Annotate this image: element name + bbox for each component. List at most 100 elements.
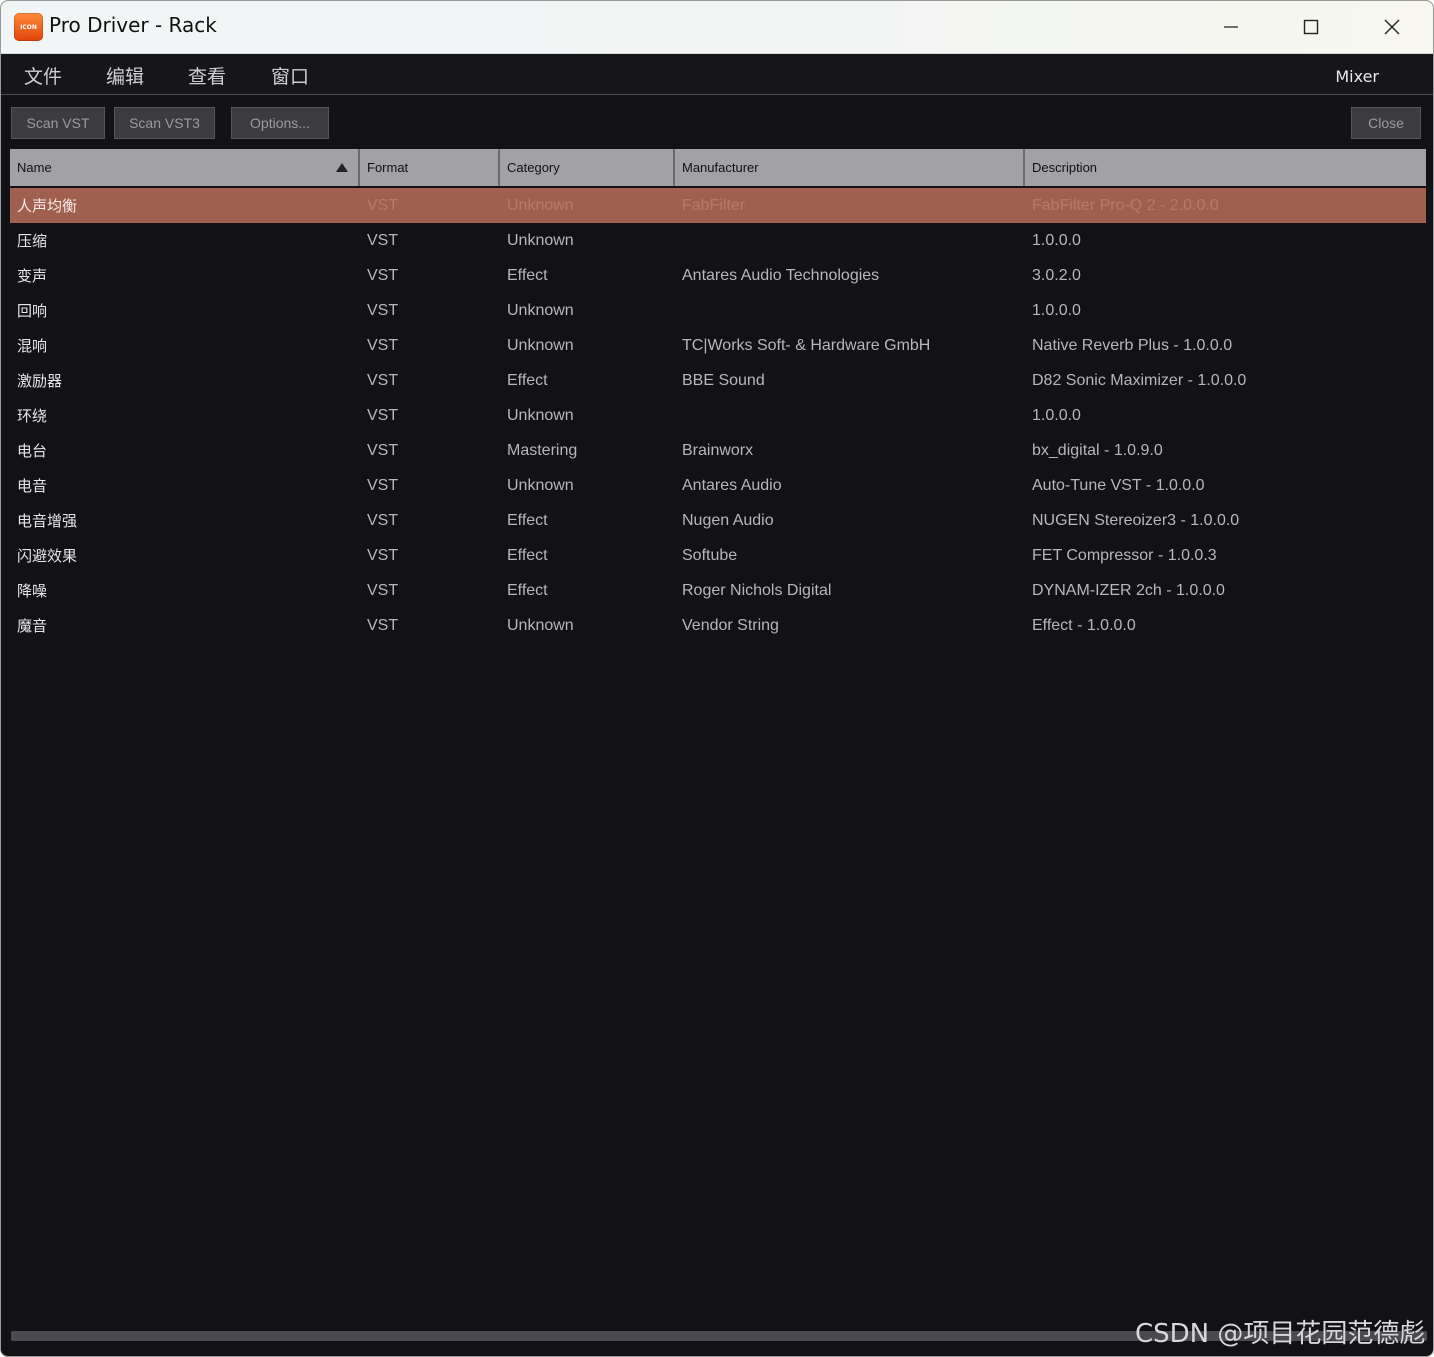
close-button[interactable]: Close [1351, 107, 1421, 139]
cell-name: 降噪 [17, 582, 48, 600]
cell-name: 混响 [17, 337, 48, 355]
cell-format: VST [367, 476, 399, 494]
cell-format: VST [367, 441, 399, 459]
cell-format: VST [367, 511, 399, 529]
cell-format: VST [367, 301, 399, 319]
cell-description: Native Reverb Plus - 1.0.0.0 [1032, 336, 1233, 354]
cell-format: VST [367, 616, 399, 634]
table-row[interactable]: 电音 VST Unknown Antares Audio Auto-Tune VST -… [10, 468, 1426, 503]
cell-manufacturer: Roger Nichols Digital [682, 581, 832, 599]
menu-view[interactable]: 查看 [188, 62, 226, 89]
table-row[interactable]: 变声 VST Effect Antares Audio Technologies 3.0… [10, 258, 1426, 293]
mixer-button[interactable]: Mixer [1335, 67, 1379, 86]
cell-manufacturer: FabFilter [682, 196, 746, 214]
cell-category: Mastering [507, 441, 578, 459]
cell-description: D82 Sonic Maximizer - 1.0.0.0 [1032, 371, 1247, 389]
app-icon: ICON [14, 13, 43, 41]
table-row[interactable]: 降噪 VST Effect Roger Nichols Digital DYNAM-IZ… [10, 573, 1426, 608]
cell-category: Unknown [507, 336, 574, 354]
cell-format: VST [367, 266, 399, 284]
cell-category: Unknown [507, 301, 574, 319]
table-row[interactable]: 混响 VST Unknown TC|Works Soft- & Hardware Gm… [10, 328, 1426, 363]
table-row[interactable]: 魔音 VST Unknown Vendor String Effect - 1.0.0.… [10, 608, 1426, 643]
menu-window[interactable]: 窗口 [271, 62, 309, 89]
cell-description: 1.0.0.0 [1032, 406, 1081, 424]
cell-manufacturer: Brainworx [682, 441, 754, 459]
cell-format: VST [367, 231, 399, 249]
cell-name: 电音 [17, 477, 48, 495]
cell-format: VST [367, 581, 399, 599]
close-icon [1384, 19, 1400, 35]
cell-description: 1.0.0.0 [1032, 301, 1081, 319]
menu-file[interactable]: 文件 [24, 62, 62, 89]
cell-name: 电台 [17, 442, 48, 460]
cell-description: Effect - 1.0.0.0 [1032, 616, 1136, 634]
cell-manufacturer: Softube [682, 546, 738, 564]
cell-category: Effect [507, 371, 548, 389]
column-header-label: Name [17, 160, 52, 175]
cell-manufacturer: TC|Works Soft- & Hardware GmbH [682, 336, 931, 354]
cell-name: 电音增强 [17, 512, 78, 530]
minimize-button[interactable] [1191, 1, 1271, 53]
column-header-label: Format [367, 160, 409, 175]
cell-name: 人声均衡 [17, 197, 78, 215]
cell-format: VST [367, 546, 399, 564]
maximize-icon [1303, 19, 1319, 35]
cell-name: 变声 [17, 267, 48, 285]
column-header-label: Manufacturer [682, 160, 759, 175]
cell-manufacturer: BBE Sound [682, 371, 765, 389]
column-header-name[interactable]: Name [10, 149, 360, 186]
watermark: CSDN @项目花园范德彪 [1135, 1319, 1426, 1349]
cell-category: Unknown [507, 476, 574, 494]
cell-name: 闪避效果 [17, 547, 78, 565]
column-header-label: Description [1032, 160, 1098, 175]
cell-format: VST [367, 196, 399, 214]
cell-category: Effect [507, 511, 548, 529]
rack-window: ICON Pro Driver - Rack 文件 编辑 查看 窗口 Mixer… [0, 0, 1434, 1357]
cell-description: 3.0.2.0 [1032, 266, 1081, 284]
table-row[interactable]: 电台 VST Mastering Brainworx bx_digital - 1.0.… [10, 433, 1426, 468]
options-button[interactable]: Options... [231, 107, 329, 139]
menu-edit[interactable]: 编辑 [106, 62, 144, 89]
cell-description: bx_digital - 1.0.9.0 [1032, 441, 1163, 459]
table-row[interactable]: 闪避效果 VST Effect Softube FET Compressor - 1.0… [10, 538, 1426, 573]
cell-name: 回响 [17, 302, 48, 320]
cell-category: Unknown [507, 616, 574, 634]
table-row[interactable]: 环绕 VST Unknown 1.0.0.0 [10, 398, 1426, 433]
minimize-icon [1224, 26, 1238, 28]
cell-description: DYNAM-IZER 2ch - 1.0.0.0 [1032, 581, 1225, 599]
column-header-label: Category [507, 160, 560, 175]
maximize-button[interactable] [1271, 1, 1351, 53]
cell-format: VST [367, 371, 399, 389]
table-row[interactable]: 回响 VST Unknown 1.0.0.0 [10, 293, 1426, 328]
cell-name: 压缩 [17, 232, 48, 250]
title-bar[interactable]: ICON Pro Driver - Rack [1, 1, 1433, 54]
cell-format: VST [367, 336, 399, 354]
cell-name: 激励器 [17, 372, 63, 390]
column-header-format[interactable]: Format [360, 149, 500, 186]
table-row[interactable]: 人声均衡 VST Unknown FabFilter FabFilter Pro-Q 2… [10, 188, 1426, 223]
column-header-description[interactable]: Description [1025, 149, 1426, 186]
cell-category: Unknown [507, 406, 574, 424]
window-close-button[interactable] [1352, 1, 1432, 53]
cell-manufacturer: Nugen Audio [682, 511, 774, 529]
table-header: Name Format Category Manufacturer Descri… [10, 149, 1426, 186]
cell-manufacturer: Antares Audio [682, 476, 782, 494]
scan-vst3-button[interactable]: Scan VST3 [114, 107, 215, 139]
cell-name: 环绕 [17, 407, 48, 425]
column-header-category[interactable]: Category [500, 149, 675, 186]
cell-manufacturer: Antares Audio Technologies [682, 266, 880, 284]
column-header-manufacturer[interactable]: Manufacturer [675, 149, 1025, 186]
menu-bar: 文件 编辑 查看 窗口 Mixer [1, 54, 1433, 95]
cell-manufacturer: Vendor String [682, 616, 779, 634]
cell-description: FET Compressor - 1.0.0.3 [1032, 546, 1217, 564]
cell-description: Auto-Tune VST - 1.0.0.0 [1032, 476, 1205, 494]
cell-description: FabFilter Pro-Q 2 - 2.0.0.0 [1032, 196, 1219, 214]
table-row[interactable]: 激励器 VST Effect BBE Sound D82 Sonic Maximizer… [10, 363, 1426, 398]
table-row[interactable]: 压缩 VST Unknown 1.0.0.0 [10, 223, 1426, 258]
cell-description: NUGEN Stereoizer3 - 1.0.0.0 [1032, 511, 1240, 529]
scan-vst-button[interactable]: Scan VST [11, 107, 105, 139]
cell-category: Unknown [507, 196, 574, 214]
table-row[interactable]: 电音增强 VST Effect Nugen Audio NUGEN Stereoizer… [10, 503, 1426, 538]
cell-category: Effect [507, 546, 548, 564]
